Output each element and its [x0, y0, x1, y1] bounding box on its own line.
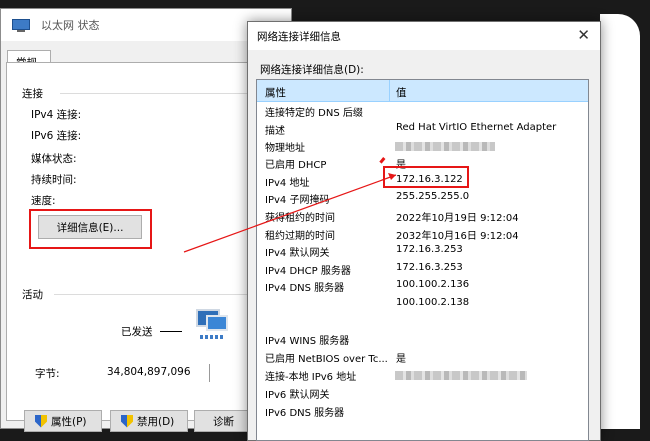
list-item[interactable]: 获得租约的时间 2022年10月19日 9:12:04: [257, 207, 588, 224]
ipv4-connectivity-label: IPv4 连接:: [31, 109, 82, 121]
row-key: IPv6 DNS 服务器: [265, 408, 345, 419]
row-value: 100.100.2.138: [396, 297, 470, 308]
row-value: 2032年10月16日 9:12:04: [396, 231, 519, 242]
row-key: IPv4 WINS 服务器: [265, 336, 350, 347]
row-value: 是: [396, 354, 406, 365]
row-value: 100.100.2.136: [396, 279, 470, 290]
media-state-label: 媒体状态:: [31, 153, 77, 165]
row-value: 172.16.3.253: [396, 244, 463, 255]
row-key: 租约过期的时间: [265, 231, 335, 242]
column-property-header[interactable]: 属性: [265, 85, 286, 100]
activity-divider: [209, 364, 210, 382]
close-icon[interactable]: ✕: [577, 27, 590, 43]
details-list-header: 属性 值: [257, 80, 588, 102]
list-item[interactable]: IPv6 默认网关: [257, 384, 588, 401]
sent-line: [160, 331, 182, 332]
details-dialog-title: 网络连接详细信息: [257, 30, 341, 43]
list-item[interactable]: IPv4 DHCP 服务器 172.16.3.253: [257, 260, 588, 277]
uac-shield-icon: [121, 414, 133, 428]
row-key: 连接特定的 DNS 后缀: [265, 108, 363, 119]
redacted-ipv6-address: [395, 371, 527, 380]
row-key: 获得租约的时间: [265, 213, 335, 224]
list-item[interactable]: IPv6 DNS 服务器: [257, 402, 588, 419]
section-divider: [60, 93, 250, 94]
list-item[interactable]: IPv4 WINS 服务器: [257, 330, 588, 347]
list-item[interactable]: 物理地址: [257, 137, 588, 154]
row-value: 172.16.3.253: [396, 262, 463, 273]
row-value: 255.255.255.0: [396, 191, 470, 202]
list-item[interactable]: IPv4 子网掩码 255.255.255.0: [257, 189, 588, 206]
section-divider: [54, 294, 250, 295]
list-item[interactable]: IPv4 DNS 服务器 100.100.2.136: [257, 277, 588, 294]
section-connection-label: 连接: [22, 88, 43, 100]
duration-label: 持续时间:: [31, 174, 77, 186]
list-item[interactable]: 连接-本地 IPv6 地址: [257, 366, 588, 383]
diagnose-button-label: 诊断: [213, 415, 234, 428]
ipv6-connectivity-label: IPv6 连接:: [31, 130, 82, 142]
row-key: 已启用 DHCP: [265, 160, 327, 171]
row-key: 描述: [265, 126, 285, 137]
list-item[interactable]: 描述 Red Hat VirtIO Ethernet Adapter: [257, 120, 588, 137]
row-key: IPv4 地址: [265, 178, 310, 189]
network-computers-icon: [188, 307, 232, 347]
details-list-label: 网络连接详细信息(D):: [260, 64, 364, 76]
ipv4-address-highlight: [383, 166, 469, 188]
row-value: Red Hat VirtIO Ethernet Adapter: [396, 122, 557, 133]
bytes-label: 字节:: [35, 368, 60, 380]
row-key: IPv4 子网掩码: [265, 195, 330, 206]
network-adapter-icon: [11, 17, 33, 33]
bytes-sent-value: 34,804,897,096: [107, 366, 191, 378]
row-key: IPv6 默认网关: [265, 390, 330, 401]
row-key: 连接-本地 IPv6 地址: [265, 372, 357, 383]
list-item[interactable]: 100.100.2.138: [257, 295, 588, 312]
row-key: 物理地址: [265, 143, 305, 154]
row-key: IPv4 默认网关: [265, 248, 330, 259]
row-key: IPv4 DHCP 服务器: [265, 266, 351, 277]
sent-label: 已发送: [121, 326, 153, 338]
section-activity-label: 活动: [22, 289, 43, 301]
list-item[interactable]: 连接特定的 DNS 后缀: [257, 102, 588, 119]
speed-label: 速度:: [31, 195, 56, 207]
network-details-dialog: 网络连接详细信息 ✕ 网络连接详细信息(D): 属性 值 连接特定的 DNS 后…: [247, 21, 601, 441]
details-dialog-titlebar[interactable]: 网络连接详细信息: [248, 22, 600, 50]
details-list[interactable]: 属性 值 连接特定的 DNS 后缀 描述 Red Hat VirtIO Ethe…: [256, 79, 589, 441]
list-item[interactable]: 租约过期的时间 2032年10月16日 9:12:04: [257, 225, 588, 242]
row-key: IPv4 DNS 服务器: [265, 283, 345, 294]
background-frame: [600, 14, 640, 429]
status-window-title: 以太网 状态: [41, 19, 100, 32]
row-key: 已启用 NetBIOS over Tc...: [265, 354, 388, 365]
disable-button-label: 禁用(D): [137, 415, 175, 428]
redacted-mac-address: [395, 142, 495, 151]
list-item[interactable]: 已启用 NetBIOS over Tc... 是: [257, 348, 588, 365]
uac-shield-icon: [35, 414, 47, 428]
column-value-header[interactable]: 值: [396, 85, 407, 100]
list-item[interactable]: IPv4 默认网关 172.16.3.253: [257, 242, 588, 259]
details-button-highlight: [29, 209, 152, 249]
row-value: 2022年10月19日 9:12:04: [396, 213, 519, 224]
properties-button-label: 属性(P): [51, 415, 87, 428]
